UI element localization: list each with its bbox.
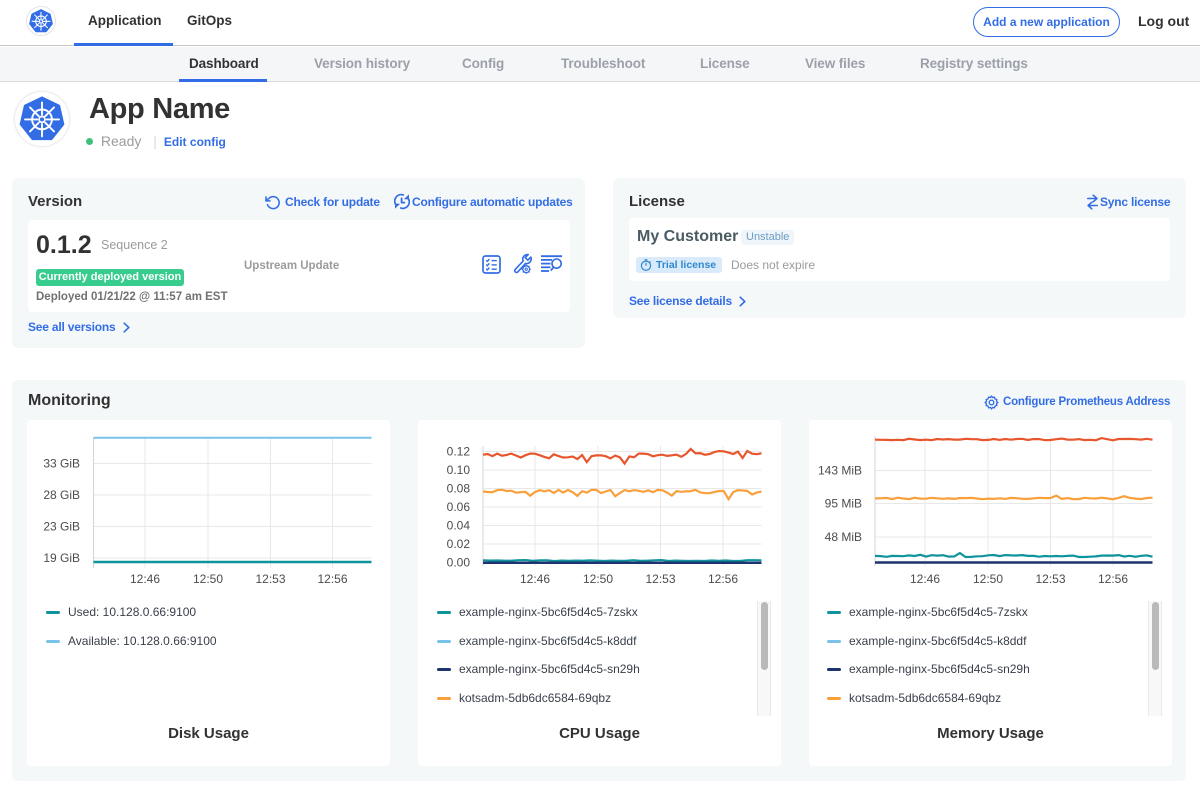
svg-text:28 GiB: 28 GiB [43, 488, 80, 502]
svg-text:48 MiB: 48 MiB [825, 530, 862, 544]
svg-text:12:50: 12:50 [583, 572, 613, 586]
svg-text:143 MiB: 143 MiB [818, 464, 862, 478]
svg-text:12:50: 12:50 [193, 572, 223, 586]
svg-text:0.00: 0.00 [447, 556, 471, 570]
svg-text:23 GiB: 23 GiB [43, 520, 80, 534]
svg-text:12:53: 12:53 [255, 572, 285, 586]
svg-text:0.10: 0.10 [447, 463, 471, 477]
svg-text:0.08: 0.08 [447, 482, 471, 496]
svg-text:12:53: 12:53 [645, 572, 675, 586]
svg-text:12:50: 12:50 [973, 572, 1003, 586]
svg-text:95 MiB: 95 MiB [825, 497, 862, 511]
svg-text:12:46: 12:46 [910, 572, 940, 586]
svg-text:0.06: 0.06 [447, 500, 471, 514]
svg-text:12:46: 12:46 [130, 572, 160, 586]
svg-text:12:53: 12:53 [1035, 572, 1065, 586]
svg-text:12:46: 12:46 [520, 572, 550, 586]
svg-text:0.02: 0.02 [447, 537, 471, 551]
svg-text:19 GiB: 19 GiB [43, 551, 80, 565]
svg-text:12:56: 12:56 [1098, 572, 1128, 586]
svg-text:33 GiB: 33 GiB [43, 457, 80, 471]
svg-text:12:56: 12:56 [317, 572, 347, 586]
svg-text:0.04: 0.04 [447, 519, 471, 533]
svg-text:0.12: 0.12 [447, 445, 471, 459]
svg-text:12:56: 12:56 [708, 572, 738, 586]
